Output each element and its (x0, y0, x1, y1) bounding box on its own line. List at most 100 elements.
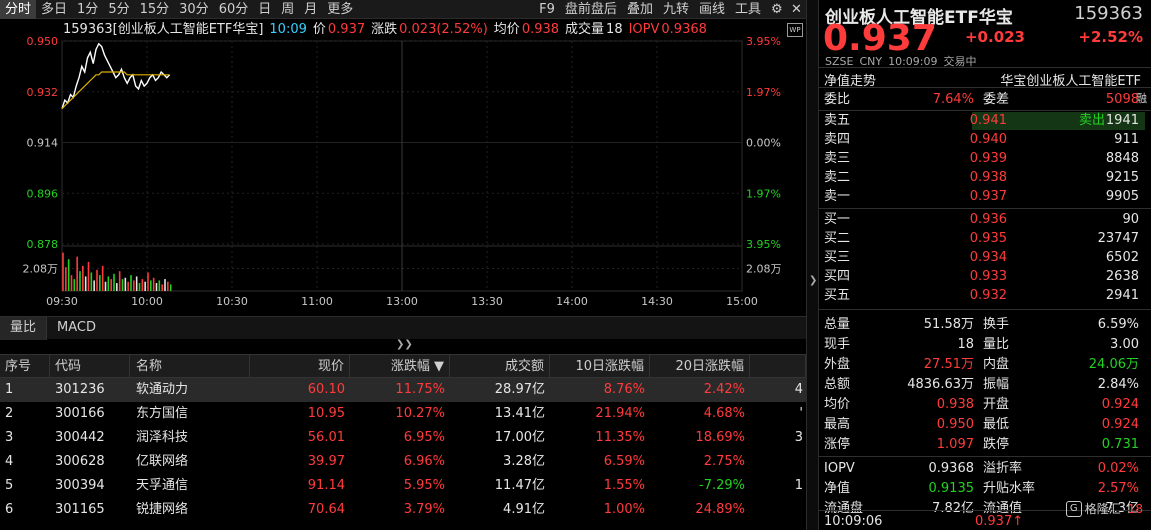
sell-tag: 卖出 (1078, 113, 1105, 128)
period-tab-7[interactable]: 日 (253, 0, 276, 19)
indicator-tab-1[interactable]: MACD (47, 317, 106, 340)
period-tab-10[interactable]: 更多 (322, 0, 358, 19)
period-tab-4[interactable]: 15分 (135, 0, 175, 19)
period-tab-9[interactable]: 月 (299, 0, 322, 19)
wp-badge[interactable]: WP (787, 23, 803, 37)
tick-price: 0.937↑ (975, 514, 1024, 529)
stat-value: 0.950 (936, 417, 974, 432)
stat-label: 升贴水率 (983, 481, 1036, 496)
cell-price: 70.64 (307, 502, 345, 517)
stat-label: IOPV (824, 461, 855, 476)
cell-price: 10.95 (307, 406, 345, 421)
cell-x (750, 498, 806, 522)
ask-level[interactable]: 卖五 0.941 卖出 1941 (819, 111, 1151, 131)
bid-level[interactable]: 买二 0.935 23747 (819, 229, 1151, 249)
tool-button-2[interactable]: 叠加 (622, 0, 658, 19)
security-name: 159363[创业板人工智能ETF华宝] (63, 22, 264, 37)
bid-label: 买四 (824, 269, 851, 284)
indicator-tab-0[interactable]: 量比 (0, 317, 48, 340)
y-tick-right: 1.97% (746, 187, 781, 200)
bid-volume: 90 (1122, 212, 1139, 227)
chevron-down-icon[interactable]: ❯❯ (396, 339, 413, 350)
period-tab-2[interactable]: 1分 (72, 0, 103, 19)
table-row[interactable]: 6 301165 锐捷网络 70.64 3.79% 4.91亿 1.00% 24.89% (0, 498, 806, 522)
y-tick-left: 0.914 (27, 137, 59, 150)
table-row[interactable]: 1 301236 软通动力 60.10 11.75% 28.97亿 8.76% 2.42% 4 (0, 378, 806, 402)
close-icon[interactable]: ✕ (786, 0, 806, 19)
wei-bi-value: 7.64% (932, 92, 974, 107)
tool-button-1[interactable]: 盘前盘后 (560, 0, 622, 19)
stat-label: 均价 (824, 397, 851, 412)
period-tab-0[interactable]: 分时 (0, 0, 37, 19)
period-tab-5[interactable]: 30分 (174, 0, 214, 19)
stat-row: 外盘 27.51万 内盘 24.06万 (819, 355, 1151, 375)
tool-button-0[interactable]: F9 (534, 0, 560, 19)
period-tabs: 分时 多日 1分 5分 15分 30分 60分日周月更多 (0, 0, 358, 19)
stat-row: 均价 0.938 开盘 0.924 (819, 395, 1151, 415)
period-tab-1[interactable]: 多日 (36, 0, 72, 19)
column-header-1[interactable]: 代码 (50, 355, 130, 377)
cell-name: 锐捷网络 (136, 502, 189, 517)
ask-level[interactable]: 卖一 0.937 9905 (819, 187, 1151, 207)
wei-cha-label: 委差 (983, 92, 1010, 107)
stat-label: 量比 (983, 337, 1010, 352)
price-line (61, 42, 171, 109)
cell-name: 亿联网络 (136, 454, 189, 469)
stat-row: 涨停 1.097 跌停 0.731 (819, 435, 1151, 455)
column-header-2[interactable]: 名称 (130, 355, 250, 377)
cell-vol: 11.47亿 (494, 478, 545, 493)
cell-x: 4 (794, 382, 803, 397)
period-tab-3[interactable]: 5分 (103, 0, 134, 19)
indicator-tabs: 量比 MACD (0, 316, 806, 340)
tool-button-3[interactable]: 九转 (658, 0, 694, 19)
ask-level[interactable]: 卖三 0.939 8848 (819, 149, 1151, 169)
cell-x (750, 450, 806, 474)
period-tab-6[interactable]: 60分 (214, 0, 254, 19)
tick-volume: 18 (1127, 501, 1143, 516)
logo-mark: G (1065, 500, 1082, 517)
nav-trend-link[interactable]: 净值走势 (824, 70, 876, 89)
bid-price: 0.933 (969, 269, 1007, 284)
bid-level[interactable]: 买四 0.933 2638 (819, 267, 1151, 287)
table-row[interactable]: 2 300166 东方国信 10.95 10.27% 13.41亿 21.94% 4.68% ' (0, 402, 806, 426)
chart-info-bar: 159363[创业板人工智能ETF华宝] 10:09 价 0.937 涨跌 0.023(2… (63, 22, 713, 38)
column-header-0[interactable]: 序号 (0, 355, 50, 377)
table-row[interactable]: 5 300394 天孚通信 91.14 5.95% 11.47亿 1.55% -7.29% 1 (0, 474, 806, 498)
ask-level[interactable]: 卖二 0.938 9215 (819, 168, 1151, 188)
cell-pct: 11.75% (395, 382, 445, 397)
ask-volume: 9215 (1105, 170, 1139, 185)
column-header-4[interactable]: 涨跌幅 ▼ (350, 355, 450, 377)
table-header: 序号 代码 名称 现价 涨跌幅 ▼ 成交额 10日涨跌幅 20日涨跌幅 (0, 354, 806, 378)
column-header-5[interactable]: 成交额 (450, 355, 550, 377)
tool-button-4[interactable]: 画线 (694, 0, 730, 19)
table-row[interactable]: 4 300628 亿联网络 39.97 6.96% 3.28亿 6.59% 2.75% (0, 450, 806, 474)
stat-value: 0.938 (936, 397, 974, 412)
intraday-chart[interactable]: 0.950 0.932 0.914 0.896 0.878 3.95% 1.97% 0.00%… (0, 19, 806, 315)
cell-code: 300394 (55, 478, 105, 493)
stat-value: 0.02% (1097, 461, 1139, 476)
stat-row: 现手 18 量比 3.00 (819, 335, 1151, 355)
column-header-3[interactable]: 现价 (250, 355, 350, 377)
cell-code: 301165 (55, 502, 105, 517)
price-change: +0.023 (964, 28, 1025, 46)
cell-pct: 6.95% (403, 430, 445, 445)
cell-no: 1 (5, 382, 14, 397)
cell-name: 东方国信 (136, 406, 189, 421)
nav-row[interactable]: 净值走势 华宝创业板人工智能ETF 融 (819, 67, 1151, 105)
column-header-7[interactable]: 20日涨跌幅 (650, 355, 750, 377)
gear-icon[interactable]: ⚙ (766, 0, 786, 19)
bid-level[interactable]: 买一 0.936 90 (819, 210, 1151, 230)
cell-name: 润泽科技 (136, 430, 189, 445)
bid-level[interactable]: 买三 0.934 6502 (819, 248, 1151, 268)
stat-value: 27.51万 (923, 357, 974, 372)
table-row[interactable]: 3 300442 润泽科技 56.01 6.95% 17.00亿 11.35% 18.69% 3 (0, 426, 806, 450)
panel-divider[interactable]: ❯ (806, 0, 819, 530)
column-header-8[interactable] (750, 355, 806, 377)
bid-level[interactable]: 买五 0.932 2941 (819, 286, 1151, 306)
stat-label: 溢折率 (983, 461, 1023, 476)
ask-level[interactable]: 卖四 0.940 911 (819, 130, 1151, 150)
tool-button-5[interactable]: 工具 (730, 0, 766, 19)
column-header-6[interactable]: 10日涨跌幅 (550, 355, 650, 377)
chevron-right-icon[interactable]: ❯ (809, 275, 817, 286)
period-tab-8[interactable]: 周 (276, 0, 299, 19)
